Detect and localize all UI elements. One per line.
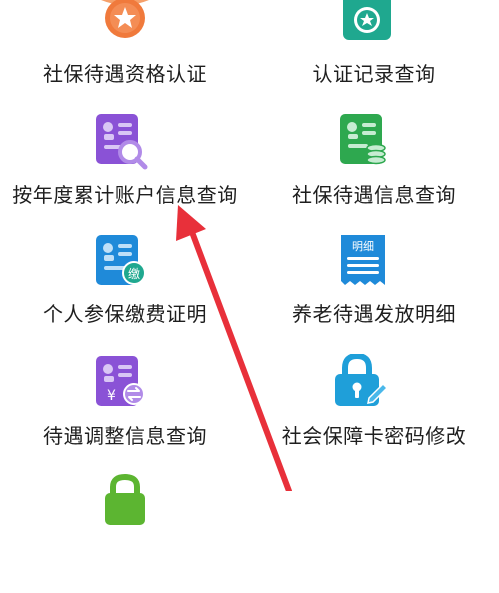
menu-item-benefit-info-query[interactable]: 社保待遇信息查询	[249, 112, 499, 232]
menu-item-label: 按年度累计账户信息查询	[12, 183, 238, 207]
menu-item-benefit-qualification[interactable]: 社保待遇资格认证	[0, 0, 250, 110]
id-card-search-icon	[92, 112, 152, 172]
menu-item-annual-account-query[interactable]: 按年度累计账户信息查询	[0, 112, 250, 232]
id-card-exchange-icon: ¥	[92, 354, 152, 414]
menu-item-label: 社保待遇资格认证	[43, 62, 207, 86]
menu-item-pension-payment-details[interactable]: 明细 养老待遇发放明细	[249, 233, 499, 353]
receipt-badge-text: 明细	[352, 240, 374, 253]
menu-item-label: 社保待遇信息查询	[292, 183, 456, 207]
menu-item-label: 待遇调整信息查询	[43, 424, 207, 448]
medal-icon	[95, 0, 155, 50]
id-card-payment-icon: 缴	[92, 233, 152, 293]
receipt-detail-icon: 明细	[333, 233, 393, 293]
certificate-icon	[337, 0, 397, 50]
menu-item-social-security-card-password[interactable]: 社会保障卡密码修改	[249, 354, 499, 474]
menu-item-label: 社会保障卡密码修改	[281, 424, 467, 448]
lock-edit-icon	[329, 354, 389, 414]
yen-symbol: ¥	[107, 388, 116, 404]
payment-badge-text: 缴	[128, 266, 140, 281]
menu-item-label: 个人参保缴费证明	[43, 302, 207, 326]
menu-item-partial[interactable]	[0, 473, 250, 593]
menu-item-benefit-adjustment-query[interactable]: ¥ 待遇调整信息查询	[0, 354, 250, 474]
menu-item-label: 认证记录查询	[312, 62, 436, 86]
services-menu-grid: 社保待遇资格认证 认证记录查询 按年度累计账户信息查询 社保待遇信息查询 缴 个…	[0, 0, 499, 525]
menu-item-contribution-certificate[interactable]: 缴 个人参保缴费证明	[0, 233, 250, 353]
menu-item-certification-records[interactable]: 认证记录查询	[249, 0, 499, 110]
lock-icon	[95, 473, 155, 533]
document-coins-icon	[334, 112, 394, 172]
menu-item-label: 养老待遇发放明细	[292, 302, 456, 326]
